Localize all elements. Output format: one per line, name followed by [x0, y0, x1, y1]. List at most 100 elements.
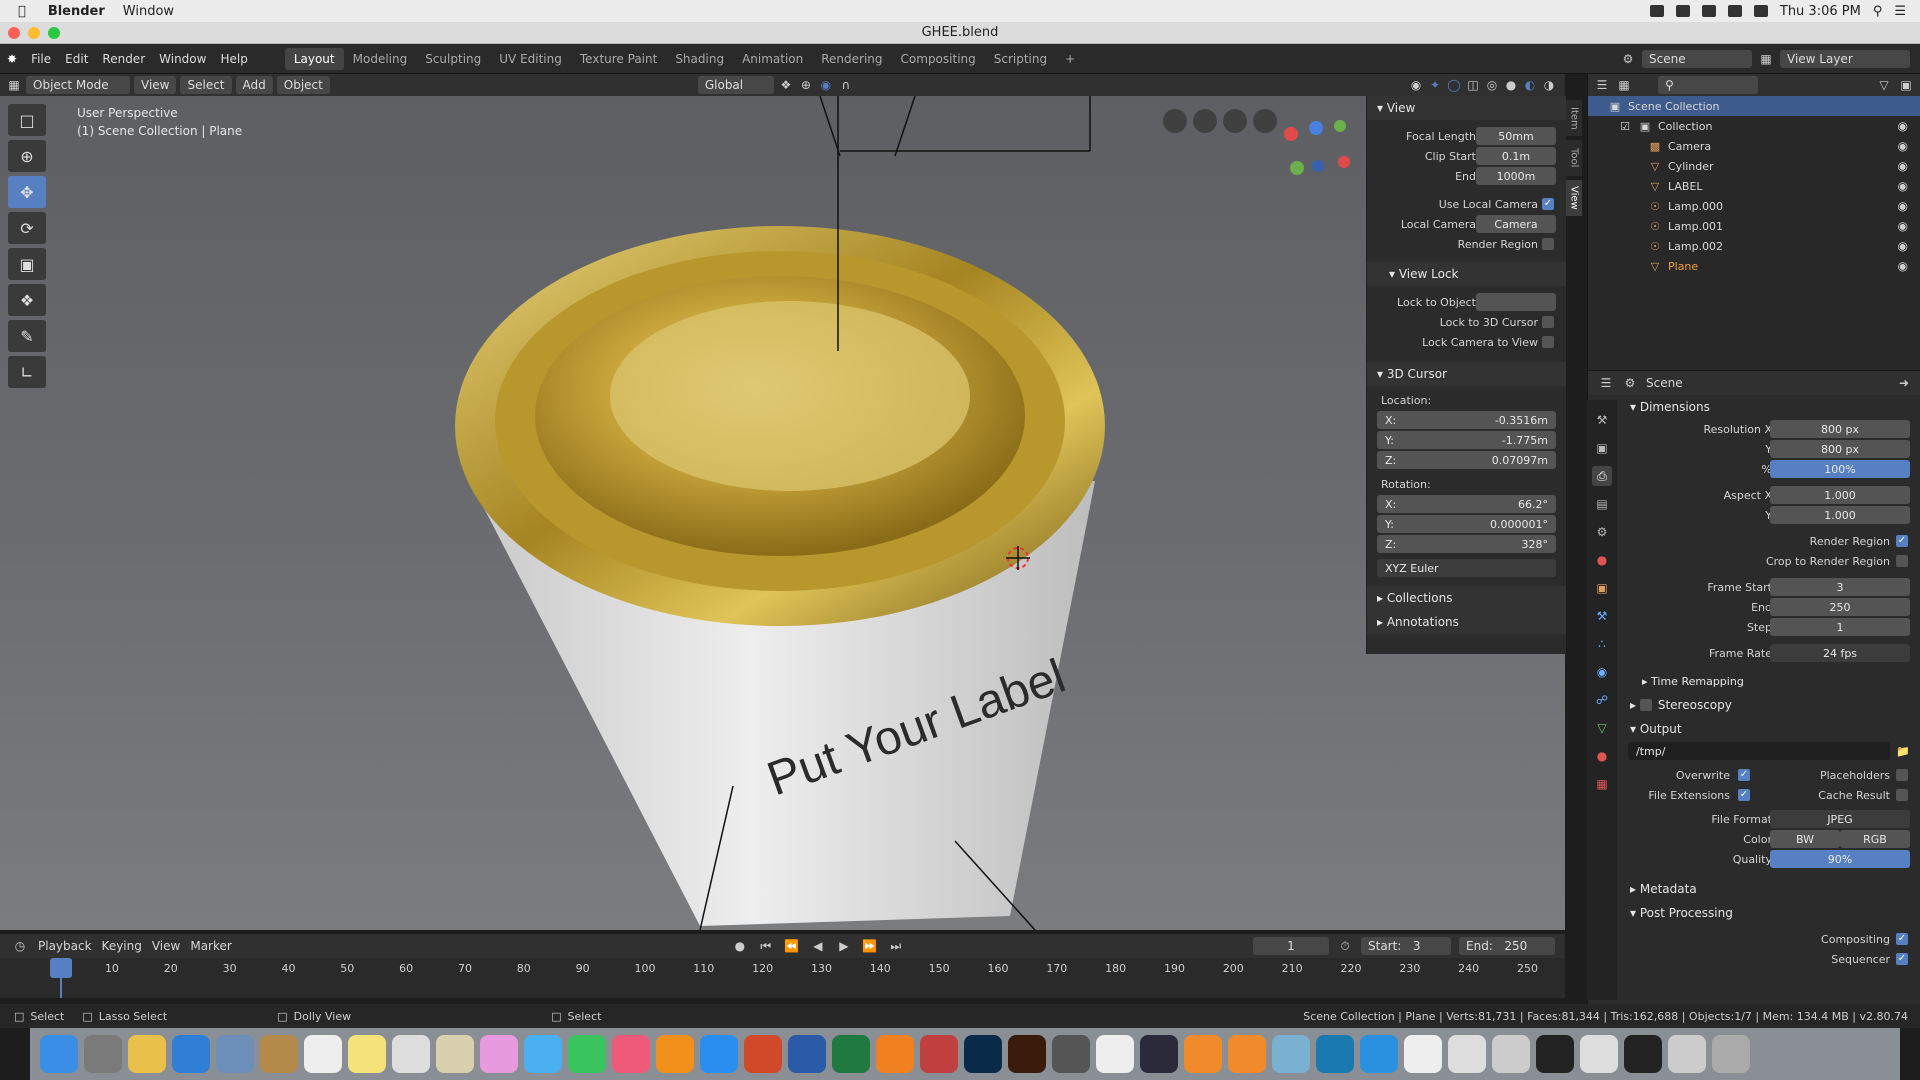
- document-thumbnail-icon-5[interactable]: [1580, 1035, 1618, 1073]
- tab-sculpting[interactable]: Sculpting: [416, 48, 490, 70]
- search-icon[interactable]: ⚲: [1873, 4, 1883, 19]
- properties-editor-icon[interactable]: ☰: [1598, 375, 1614, 391]
- filter-icon[interactable]: ▽: [1876, 77, 1892, 93]
- rotate-tool[interactable]: ⟳: [8, 212, 46, 244]
- sheep-app-icon[interactable]: [1096, 1035, 1134, 1073]
- render-region-checkbox[interactable]: [1542, 238, 1554, 250]
- timeline-menu-marker[interactable]: Marker: [190, 939, 231, 953]
- menu-edit[interactable]: Edit: [58, 52, 95, 66]
- viewport-menu-select[interactable]: Select: [180, 76, 232, 94]
- tab-compositing[interactable]: Compositing: [892, 48, 985, 70]
- stereoscopy-section-header[interactable]: ▸ Stereoscopy: [1618, 693, 1920, 717]
- editor-type-icon[interactable]: ▦: [6, 77, 22, 93]
- timeline-menu-view[interactable]: View: [152, 939, 180, 953]
- outliner-scene-collection[interactable]: ▣ Scene Collection: [1588, 96, 1920, 116]
- timeline-track[interactable]: 1102030405060708090100110120130140150160…: [0, 958, 1565, 998]
- constraints-tab-icon[interactable]: ☍: [1592, 690, 1612, 710]
- zoom-window-button[interactable]: [48, 27, 60, 39]
- transform-orientation-dropdown[interactable]: Global: [697, 76, 774, 94]
- render-tab-icon[interactable]: ▣: [1592, 438, 1612, 458]
- move-tool[interactable]: ✥: [8, 176, 46, 208]
- view-section-header[interactable]: ▾ View: [1367, 96, 1566, 120]
- world-tab-icon[interactable]: ●: [1592, 550, 1612, 570]
- blender-logo-icon[interactable]: ✸: [0, 52, 24, 66]
- tab-item[interactable]: Item: [1566, 100, 1582, 136]
- document-thumbnail-icon-6[interactable]: [1624, 1035, 1662, 1073]
- mode-dropdown[interactable]: Object Mode: [26, 76, 130, 94]
- timeline-menu-playback[interactable]: Playback: [38, 939, 92, 953]
- dropbox-icon[interactable]: [1649, 5, 1664, 17]
- output-section-header[interactable]: ▾ Output: [1618, 717, 1920, 741]
- volume-icon[interactable]: [1727, 5, 1742, 17]
- rotation-mode-dropdown[interactable]: XYZ Euler: [1377, 559, 1556, 577]
- menu-help[interactable]: Help: [213, 52, 254, 66]
- object-tab-icon[interactable]: ▣: [1592, 578, 1612, 598]
- cursor-loc-z-field[interactable]: Z: 0.07097m: [1377, 451, 1556, 469]
- play-reverse-icon[interactable]: ◀: [810, 938, 826, 954]
- timeline-menu-keying[interactable]: Keying: [102, 939, 142, 953]
- quality-slider[interactable]: 90%: [1770, 850, 1910, 868]
- xray-icon[interactable]: ◫: [1465, 77, 1481, 93]
- view-layer-icon[interactable]: ▦: [1758, 51, 1774, 67]
- resolution-x-field[interactable]: 800 px: [1770, 420, 1910, 438]
- cursor-rot-x-field[interactable]: X: 66.2°: [1377, 495, 1556, 513]
- close-window-button[interactable]: [8, 27, 20, 39]
- view-layer-selector[interactable]: View Layer: [1780, 49, 1910, 68]
- focal-length-field[interactable]: 50mm: [1476, 127, 1556, 145]
- outliner-item[interactable]: ☉ Lamp.000 ◉: [1588, 196, 1920, 216]
- menu-window[interactable]: Window: [152, 52, 213, 66]
- lock-to-object-field[interactable]: [1476, 293, 1556, 311]
- gizmo-icon[interactable]: ✦: [1427, 77, 1443, 93]
- dimensions-section-header[interactable]: ▾ Dimensions: [1618, 395, 1920, 419]
- material-tab-icon[interactable]: ●: [1592, 746, 1612, 766]
- viewport-menu-object[interactable]: Object: [276, 76, 330, 94]
- outliner-editor-icon[interactable]: ☰: [1594, 77, 1610, 93]
- pin-icon[interactable]: ➜: [1896, 375, 1912, 391]
- eye-icon[interactable]: ◉: [1898, 259, 1908, 273]
- timeline-end-field[interactable]: End: 250: [1459, 937, 1555, 955]
- safari-icon[interactable]: [172, 1035, 210, 1073]
- outliner-item-selected[interactable]: ▽ Plane ◉: [1588, 256, 1920, 276]
- output-tab-icon[interactable]: ⎙: [1592, 466, 1612, 486]
- itunes-icon[interactable]: [612, 1035, 650, 1073]
- books-icon[interactable]: [656, 1035, 694, 1073]
- placeholders-checkbox[interactable]: [1896, 769, 1908, 781]
- finder-icon[interactable]: [40, 1035, 78, 1073]
- outliner-item[interactable]: ▽ Cylinder ◉: [1588, 156, 1920, 176]
- outliner-item[interactable]: ☉ Lamp.001 ◉: [1588, 216, 1920, 236]
- tab-tool[interactable]: Tool: [1566, 140, 1582, 176]
- folder-app-icon[interactable]: [1272, 1035, 1310, 1073]
- compositing-checkbox[interactable]: ✓: [1896, 933, 1908, 945]
- word-icon[interactable]: [788, 1035, 826, 1073]
- resolution-pct-field[interactable]: 100%: [1770, 460, 1910, 478]
- menu-list-icon[interactable]: ☰: [1894, 4, 1906, 19]
- scene-icon[interactable]: ⚙: [1620, 51, 1636, 67]
- document-thumbnail-icon-7[interactable]: [1668, 1035, 1706, 1073]
- sequencer-checkbox[interactable]: ✓: [1896, 953, 1908, 965]
- modifier-tab-icon[interactable]: ⚒: [1592, 606, 1612, 626]
- select-box-tool[interactable]: □: [8, 104, 46, 136]
- data-tab-icon[interactable]: ▽: [1592, 718, 1612, 738]
- overlay-icon[interactable]: ◯: [1446, 77, 1462, 93]
- overwrite-checkbox[interactable]: ✓: [1738, 769, 1750, 781]
- measure-tool[interactable]: ∟: [8, 356, 46, 388]
- cursor-loc-x-field[interactable]: X: -0.3516m: [1377, 411, 1556, 429]
- outliner-collection[interactable]: ☑ ▣ Collection ◉: [1588, 116, 1920, 136]
- launchpad-icon[interactable]: [84, 1035, 122, 1073]
- 3d-viewport[interactable]: User Perspective (1) Scene Collection | …: [0, 96, 1565, 930]
- frame-end-field[interactable]: 250: [1770, 598, 1910, 616]
- powerpoint-icon[interactable]: [744, 1035, 782, 1073]
- clock[interactable]: Thu 3:06 PM: [1780, 4, 1861, 19]
- reminders-icon[interactable]: [392, 1035, 430, 1073]
- lock-to-3d-cursor-checkbox[interactable]: [1542, 316, 1554, 328]
- outliner-item[interactable]: ▩ Camera ◉: [1588, 136, 1920, 156]
- tool-tab-icon[interactable]: ⚒: [1592, 410, 1612, 430]
- document-thumbnail-icon-4[interactable]: [1536, 1035, 1574, 1073]
- frame-step-field[interactable]: 1: [1770, 618, 1910, 636]
- toolbox-icon[interactable]: [920, 1035, 958, 1073]
- file-extensions-checkbox[interactable]: ✓: [1738, 789, 1750, 801]
- frame-start-field[interactable]: 3: [1770, 578, 1910, 596]
- post-processing-section-header[interactable]: ▾ Post Processing: [1618, 901, 1920, 925]
- material-shading-icon[interactable]: ◐: [1522, 77, 1538, 93]
- tab-uv-editing[interactable]: UV Editing: [490, 48, 571, 70]
